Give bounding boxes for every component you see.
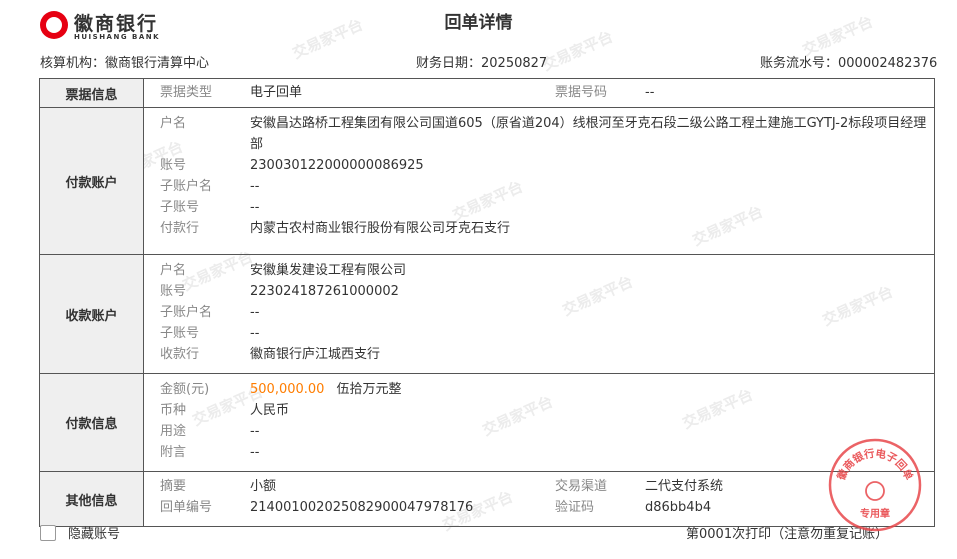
currency-label: 币种 (160, 403, 187, 418)
note-label: 附言 (160, 445, 187, 460)
payment-section-label: 付款信息 (39, 373, 144, 472)
payee-name-value: 安徽巢发建设工程有限公司 (250, 263, 407, 278)
amount-cn-value: 伍拾万元整 (336, 382, 402, 397)
serial-info: 账务流水号：000002482376 (760, 52, 937, 71)
ticket-section-label: 票据信息 (39, 78, 144, 108)
payer-sub-name-value: -- (250, 179, 260, 194)
payer-acct-value: 230030122000000086925 (250, 158, 424, 173)
other-row: 其他信息 摘要 小额 回单编号 21400100202508290004797817… (39, 471, 935, 527)
payee-bank-label: 收款行 (160, 347, 200, 362)
payer-sub-acct-value: -- (250, 200, 260, 215)
payee-sub-acct-value: -- (250, 326, 260, 341)
ticket-no-value: -- (645, 85, 655, 100)
org-value: 徽商银行清算中心 (105, 56, 210, 71)
other-section-label: 其他信息 (39, 471, 144, 527)
bank-name-en: HUISHANG BANK (74, 33, 161, 41)
payee-sub-acct-label: 子账号 (160, 326, 200, 341)
summary-value: 小额 (250, 479, 277, 494)
note-value: -- (250, 445, 260, 460)
verify-label: 验证码 (555, 500, 595, 515)
header: 徽商银行 HUISHANG BANK 回单详情 (0, 0, 957, 50)
serial-label: 账务流水号： (760, 56, 839, 71)
payer-row: 付款账户 户名 安徽昌达路桥工程集团有限公司国道605（原省道204）线根河至牙… (39, 107, 935, 255)
receipt-no-label: 回单编号 (160, 500, 213, 515)
payee-row: 收款账户 户名 安徽巢发建设工程有限公司 账号 223024187261000002… (39, 254, 935, 374)
electronic-seal-icon: 徽商银行电子回单 专用章 (828, 438, 922, 532)
payee-sub-name-value: -- (250, 305, 260, 320)
payee-bank-value: 徽商银行庐江城西支行 (250, 347, 381, 362)
payee-name-label: 户名 (160, 263, 187, 278)
ticket-type-value: 电子回单 (250, 85, 303, 100)
receipt-table: 票据信息 票据类型 电子回单 票据号码 -- 付款账户 户名 安徽昌达路桥工程集… (39, 78, 935, 527)
ticket-row: 票据信息 票据类型 电子回单 票据号码 -- (39, 78, 935, 108)
payer-sub-name-label: 子账户名 (160, 179, 213, 194)
payer-sub-acct-label: 子账号 (160, 200, 200, 215)
payer-bank-value: 内蒙古农村商业银行股份有限公司牙克石支行 (250, 221, 511, 236)
payer-bank-label: 付款行 (160, 221, 200, 236)
payer-name-value: 安徽昌达路桥工程集团有限公司国道605（原省道204）线根河至牙克石段二级公路工… (250, 116, 927, 152)
org-label: 核算机构： (40, 56, 106, 71)
org-info: 核算机构：徽商银行清算中心 (40, 52, 209, 71)
summary-label: 摘要 (160, 479, 187, 494)
payee-section-label: 收款账户 (39, 254, 144, 374)
seal-text-top: 徽商银行电子回单 (834, 447, 916, 483)
hide-account-label[interactable]: 隐藏账号 (68, 523, 120, 542)
ticket-type-label: 票据类型 (160, 85, 213, 100)
verify-value: d86bb4b4 (645, 500, 712, 515)
date-label: 财务日期： (416, 56, 482, 71)
currency-value: 人民币 (250, 403, 290, 418)
seal-text-bottom: 专用章 (860, 507, 890, 520)
amount-label: 金额(元) (160, 382, 210, 397)
date-info: 财务日期：20250827 (416, 52, 547, 71)
amount-value: 500,000.00 (250, 382, 325, 397)
payee-acct-value: 223024187261000002 (250, 284, 399, 299)
date-value: 20250827 (481, 56, 548, 71)
purpose-value: -- (250, 424, 260, 439)
ticket-no-label: 票据号码 (555, 85, 608, 100)
payer-section-label: 付款账户 (39, 107, 144, 255)
hide-account-checkbox[interactable] (40, 525, 56, 541)
payer-acct-label: 账号 (160, 158, 187, 173)
svg-text:徽商银行电子回单: 徽商银行电子回单 (834, 447, 916, 483)
page-title: 回单详情 (444, 13, 513, 33)
payee-acct-label: 账号 (160, 284, 187, 299)
payee-sub-name-label: 子账户名 (160, 305, 213, 320)
channel-label: 交易渠道 (555, 479, 608, 494)
purpose-label: 用途 (160, 424, 187, 439)
receipt-no-value: 214001002025082900047978176 (250, 500, 474, 515)
channel-value: 二代支付系统 (645, 479, 724, 494)
payment-row: 付款信息 金额(元) 500,000.00 伍拾万元整 币种 人民币 用途 -- 附言… (39, 373, 935, 472)
serial-value: 000002482376 (838, 56, 938, 71)
